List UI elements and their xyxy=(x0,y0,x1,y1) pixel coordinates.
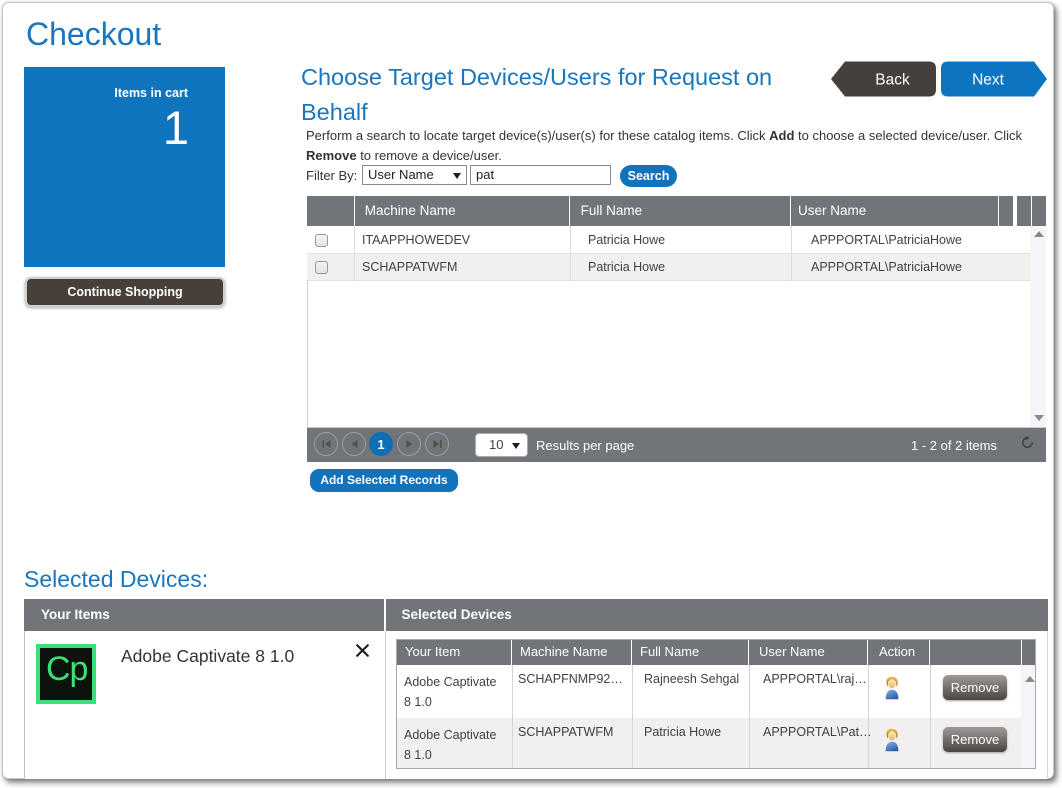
svg-text:Next: Next xyxy=(972,72,1005,89)
svg-text:Back: Back xyxy=(875,72,910,89)
